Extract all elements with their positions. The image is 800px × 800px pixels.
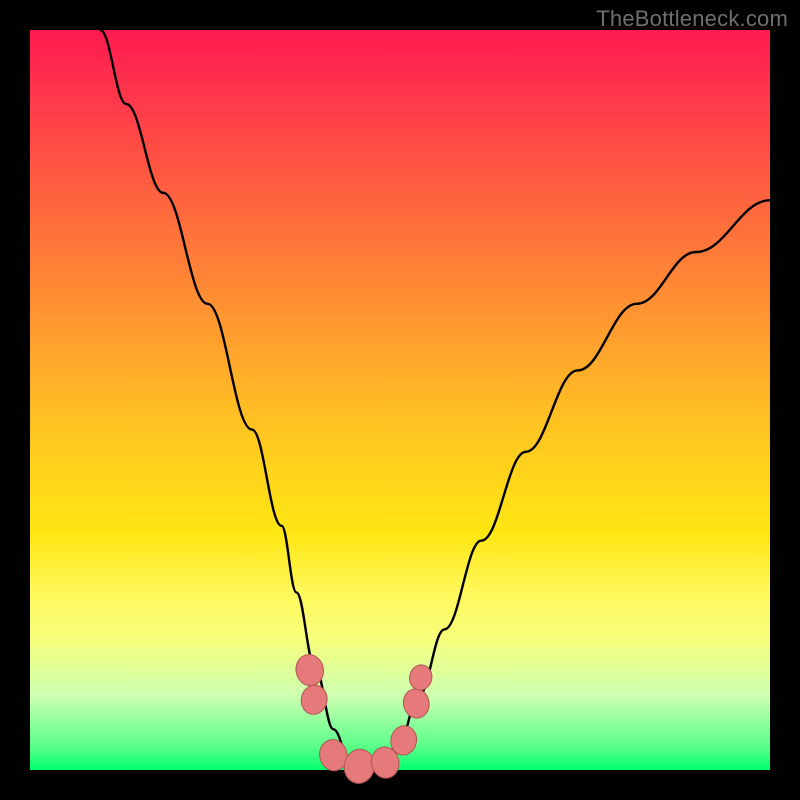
valley-marker [299, 683, 330, 717]
plot-group [100, 30, 770, 786]
curve-right-branch [382, 200, 771, 766]
chart-svg [0, 0, 800, 800]
valley-marker [401, 686, 432, 720]
